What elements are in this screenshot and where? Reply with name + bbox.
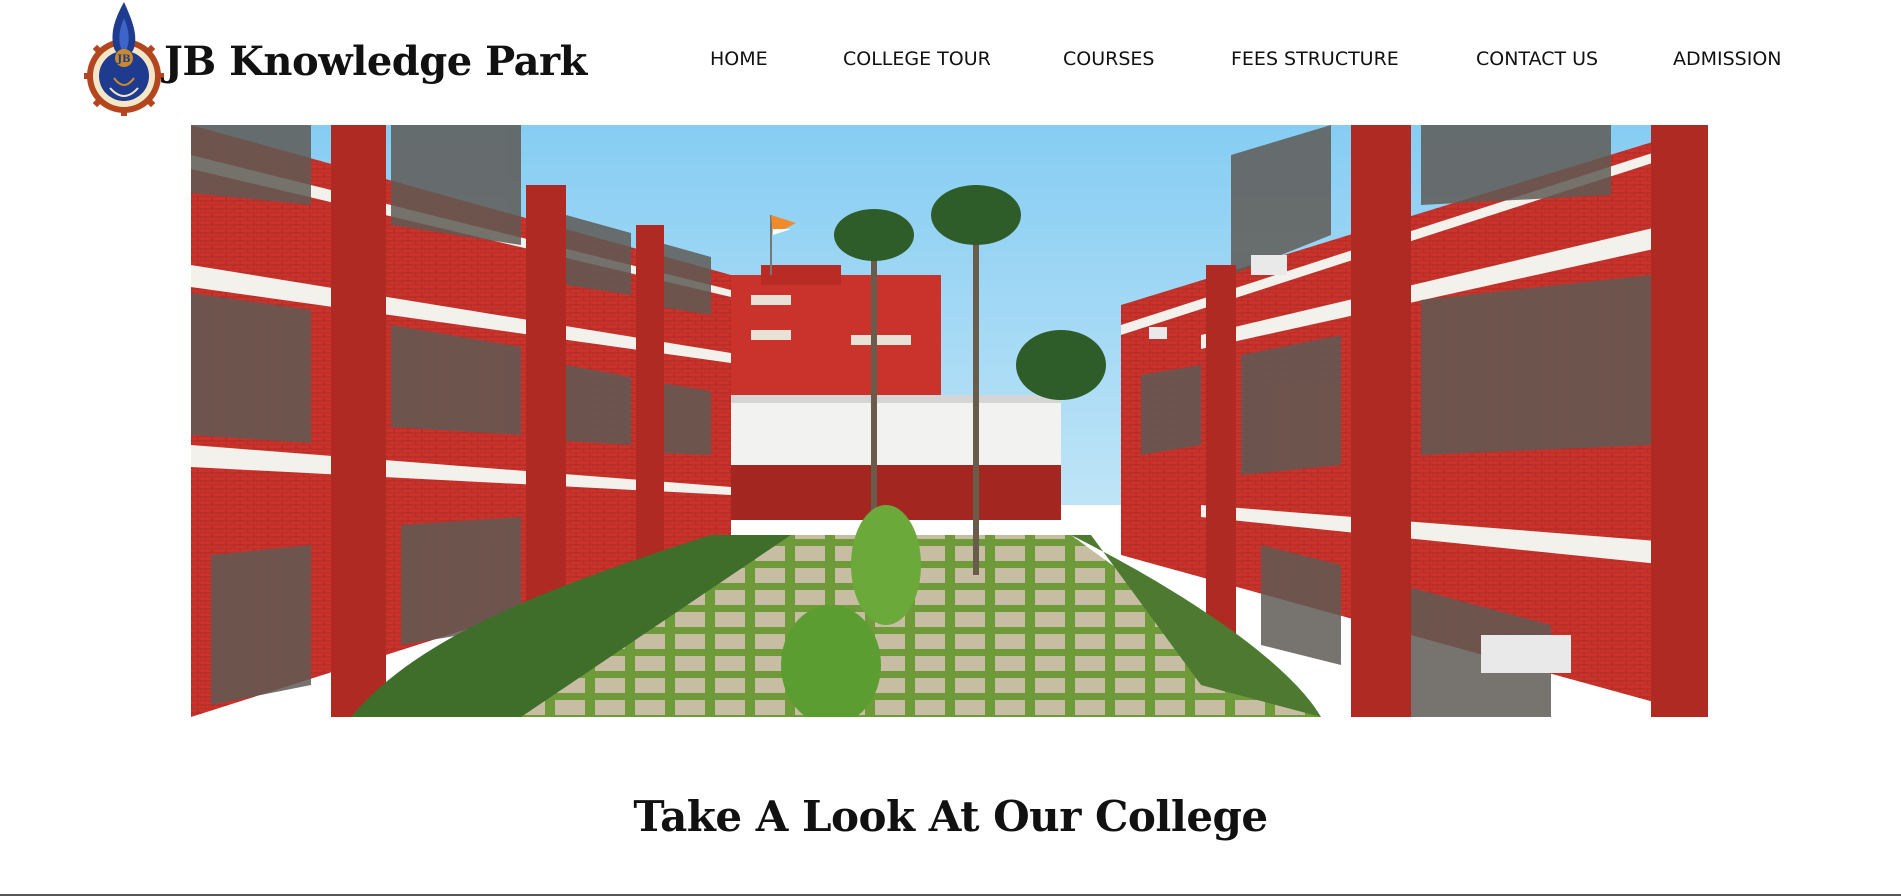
- nav-fees-structure[interactable]: FEES STRUCTURE: [1231, 48, 1399, 70]
- campus-courtyard-photo: [191, 125, 1708, 717]
- nav-home[interactable]: HOME: [710, 48, 768, 70]
- nav-courses[interactable]: COURSES: [1063, 48, 1154, 70]
- brand-name[interactable]: JB Knowledge Park: [164, 38, 587, 85]
- college-crest-icon[interactable]: JB: [84, 0, 164, 124]
- site-header: JB JB Knowledge Park HOME COLLEGE TOUR C…: [0, 0, 1901, 124]
- section-title: Take A Look At Our College: [633, 792, 1268, 841]
- nav-contact-us[interactable]: CONTACT US: [1476, 48, 1598, 70]
- nav-college-tour[interactable]: COLLEGE TOUR: [843, 48, 991, 70]
- nav-admission[interactable]: ADMISSION: [1673, 48, 1782, 70]
- svg-text:JB: JB: [116, 54, 130, 65]
